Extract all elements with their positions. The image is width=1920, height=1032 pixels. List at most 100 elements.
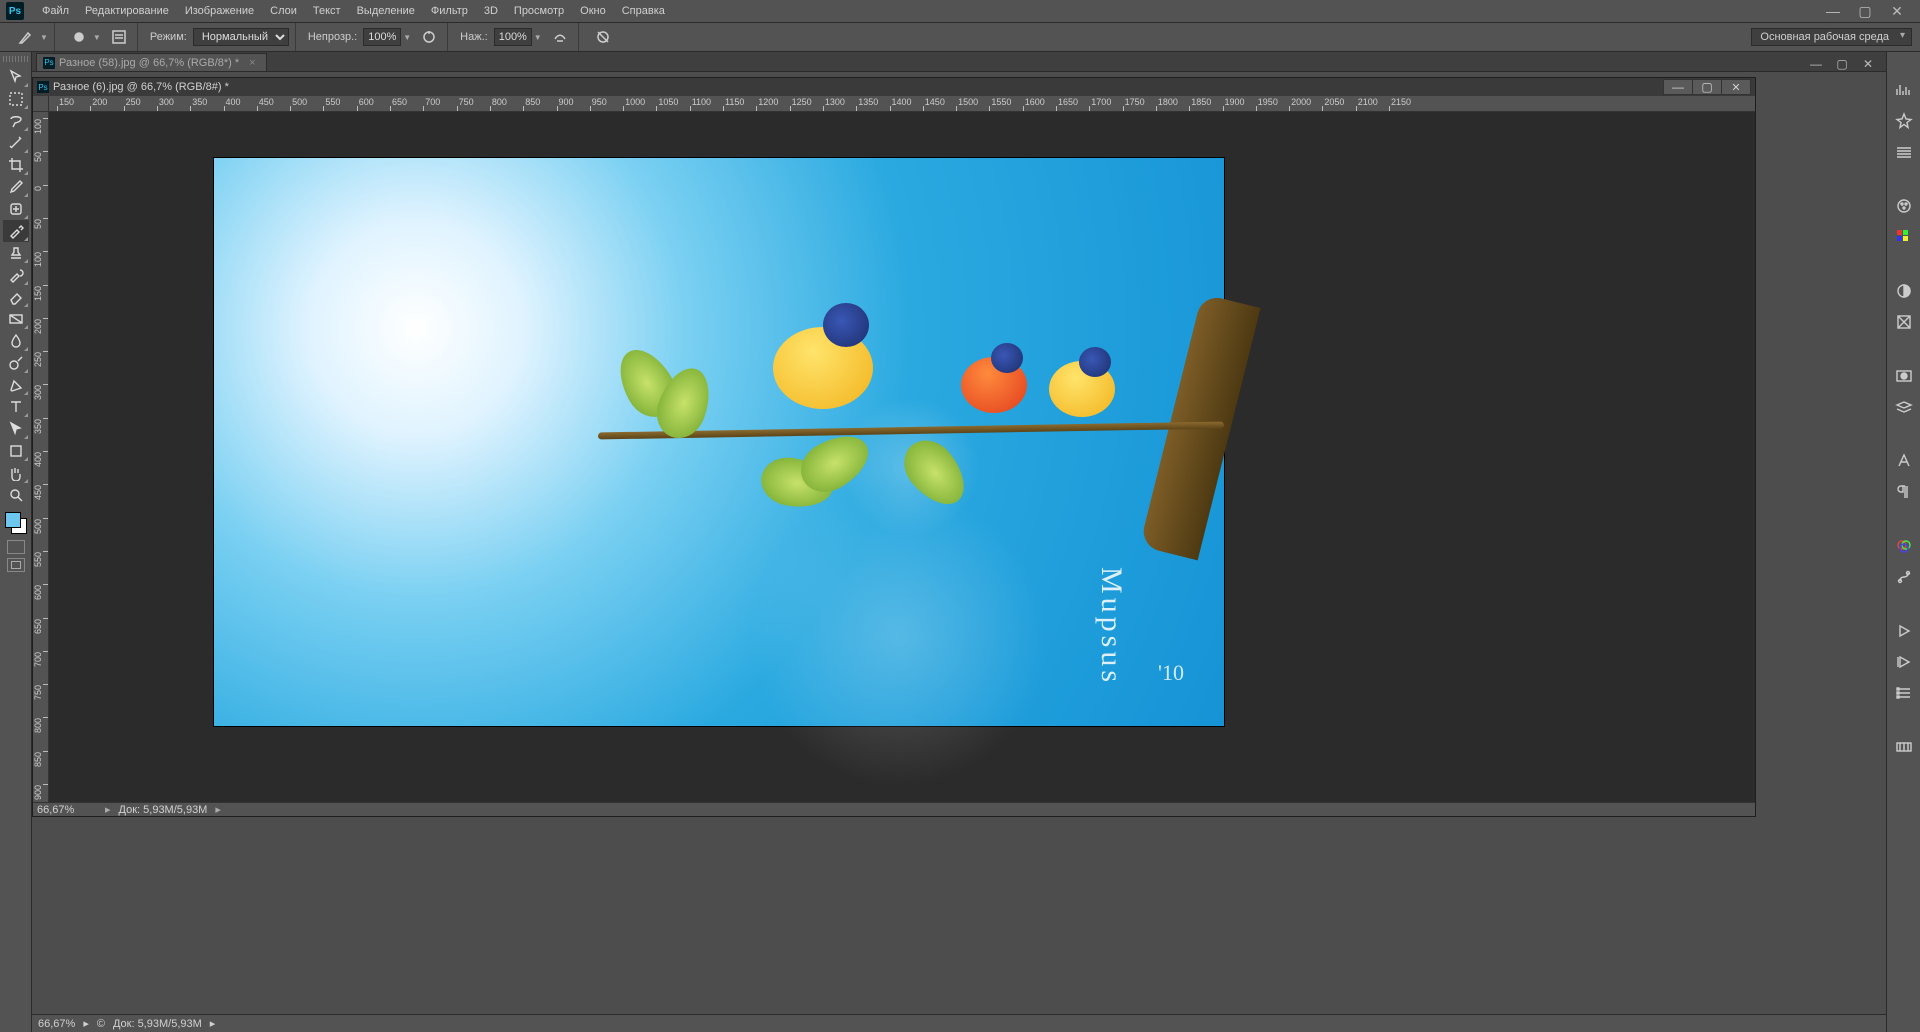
close-icon[interactable]: × — [249, 57, 255, 69]
eyedropper-tool[interactable] — [3, 176, 29, 198]
document-canvas[interactable]: Mupsus '10 — [214, 158, 1224, 726]
document-titlebar[interactable]: Ps Разное (6).jpg @ 66,7% (RGB/8#) * — ▢… — [33, 78, 1755, 96]
tab-title: Разное (58).jpg @ 66,7% (RGB/8*) * — [59, 57, 239, 69]
flow-input[interactable] — [494, 28, 532, 46]
pressure-size-icon[interactable] — [591, 26, 615, 48]
tool-preset-icon[interactable] — [14, 26, 38, 48]
workspace-selector[interactable]: Основная рабочая среда — [1751, 28, 1912, 46]
chevron-right-icon[interactable]: ▸ — [210, 1017, 216, 1030]
chevron-right-icon[interactable]: ▸ — [215, 803, 221, 816]
lasso-tool[interactable] — [3, 110, 29, 132]
foreground-color-swatch[interactable] — [5, 512, 21, 528]
right-panel-dock — [1886, 52, 1920, 1032]
heal-tool[interactable] — [3, 198, 29, 220]
app-logo: Ps — [6, 2, 24, 20]
menu-image[interactable]: Изображение — [177, 0, 262, 22]
options-bar: ▼ ▼ Режим: Нормальный Непрозр.: ▼ Наж.: … — [0, 22, 1920, 52]
chevron-down-icon[interactable]: ▼ — [534, 33, 542, 42]
info-panel-icon[interactable] — [1891, 140, 1917, 164]
color-swatches[interactable] — [3, 510, 29, 536]
document-tab-bg[interactable]: Ps Разное (58).jpg @ 66,7% (RGB/8*) * × — [36, 53, 267, 71]
color-panel-icon[interactable] — [1891, 194, 1917, 218]
doc-close-button[interactable]: ✕ — [1721, 79, 1751, 95]
brush-panel-toggle-icon[interactable] — [107, 26, 131, 48]
zoom-tool[interactable] — [3, 484, 29, 506]
hand-tool[interactable] — [3, 462, 29, 484]
path-select-tool[interactable] — [3, 418, 29, 440]
swatches-panel-icon[interactable] — [1891, 225, 1917, 249]
shape-tool[interactable] — [3, 440, 29, 462]
menu-window[interactable]: Окно — [572, 0, 614, 22]
group-status-bar: 66,67% ▸ © Док: 5,93M/5,93M ▸ — [32, 1014, 1886, 1032]
chevron-right-icon[interactable]: ▸ — [83, 1017, 89, 1030]
channels-panel-icon[interactable] — [1891, 534, 1917, 558]
styles-panel-icon[interactable] — [1891, 310, 1917, 334]
type-tool[interactable] — [3, 396, 29, 418]
group-maximize-button[interactable]: ▢ — [1834, 57, 1850, 71]
menu-edit[interactable]: Редактирование — [77, 0, 177, 22]
crop-tool[interactable] — [3, 154, 29, 176]
mask-panel-icon[interactable] — [1891, 364, 1917, 388]
marquee-tool[interactable] — [3, 88, 29, 110]
opacity-input[interactable] — [363, 28, 401, 46]
document-window: Ps Разное (6).jpg @ 66,7% (RGB/8#) * — ▢… — [32, 77, 1756, 817]
menu-text[interactable]: Текст — [305, 0, 349, 22]
adjustments-panel-icon[interactable] — [1891, 279, 1917, 303]
zoom-readout[interactable]: 66,67% — [38, 1018, 75, 1030]
pressure-opacity-icon[interactable] — [417, 26, 441, 48]
menu-select[interactable]: Выделение — [349, 0, 423, 22]
layers-panel-icon[interactable] — [1891, 395, 1917, 419]
move-tool[interactable] — [3, 66, 29, 88]
paragraph-panel-icon[interactable] — [1891, 480, 1917, 504]
photoshop-file-icon: Ps — [37, 81, 49, 93]
stamp-tool[interactable] — [3, 242, 29, 264]
character-panel-icon[interactable] — [1891, 449, 1917, 473]
gradient-tool[interactable] — [3, 308, 29, 330]
navigator-panel-icon[interactable] — [1891, 109, 1917, 133]
ruler-origin[interactable] — [33, 96, 49, 112]
chevron-right-icon[interactable]: ▸ — [105, 803, 111, 816]
dodge-tool[interactable] — [3, 352, 29, 374]
airbrush-icon[interactable] — [548, 26, 572, 48]
panel-grip[interactable] — [3, 56, 29, 62]
app-close-button[interactable]: ✕ — [1888, 3, 1906, 20]
group-close-button[interactable]: ✕ — [1860, 57, 1876, 71]
actions-panel-icon[interactable] — [1891, 619, 1917, 643]
canvas-signature: Mupsus — [1099, 567, 1125, 686]
screenmode-toggle[interactable] — [7, 558, 25, 572]
app-minimize-button[interactable]: — — [1824, 3, 1842, 20]
history-brush-tool[interactable] — [3, 264, 29, 286]
menu-filter[interactable]: Фильтр — [423, 0, 476, 22]
pen-tool[interactable] — [3, 374, 29, 396]
paths-panel-icon[interactable] — [1891, 565, 1917, 589]
doc-maximize-button[interactable]: ▢ — [1692, 79, 1722, 95]
histogram-panel-icon[interactable] — [1891, 78, 1917, 102]
blend-mode-select[interactable]: Нормальный — [193, 28, 289, 46]
menu-help[interactable]: Справка — [614, 0, 673, 22]
chevron-down-icon[interactable]: ▼ — [403, 33, 411, 42]
group-minimize-button[interactable]: — — [1808, 57, 1824, 71]
history-panel-icon[interactable] — [1891, 650, 1917, 674]
chevron-down-icon[interactable]: ▼ — [40, 33, 48, 42]
canvas-year: '10 — [1158, 660, 1184, 686]
quickmask-toggle[interactable] — [7, 540, 25, 554]
blur-tool[interactable] — [3, 330, 29, 352]
menu-file[interactable]: Файл — [34, 0, 77, 22]
wand-tool[interactable] — [3, 132, 29, 154]
zoom-readout[interactable]: 66,67% — [37, 804, 97, 816]
chevron-down-icon[interactable]: ▼ — [93, 33, 101, 42]
photoshop-file-icon: Ps — [43, 57, 55, 69]
app-maximize-button[interactable]: ▢ — [1856, 3, 1874, 20]
horizontal-ruler[interactable]: 1502002503003504004505005506006507007508… — [49, 96, 1755, 112]
brush-preset-icon[interactable] — [67, 26, 91, 48]
menu-layers[interactable]: Слои — [262, 0, 305, 22]
brush-tool[interactable] — [3, 220, 29, 242]
properties-panel-icon[interactable] — [1891, 681, 1917, 705]
timeline-panel-icon[interactable] — [1891, 735, 1917, 759]
menu-view[interactable]: Просмотр — [506, 0, 572, 22]
canvas-viewport[interactable]: Mupsus '10 — [49, 112, 1755, 802]
eraser-tool[interactable] — [3, 286, 29, 308]
vertical-ruler[interactable]: 1005005010015020025030035040045050055060… — [33, 112, 49, 802]
menu-3d[interactable]: 3D — [476, 0, 506, 22]
doc-minimize-button[interactable]: — — [1663, 79, 1693, 95]
